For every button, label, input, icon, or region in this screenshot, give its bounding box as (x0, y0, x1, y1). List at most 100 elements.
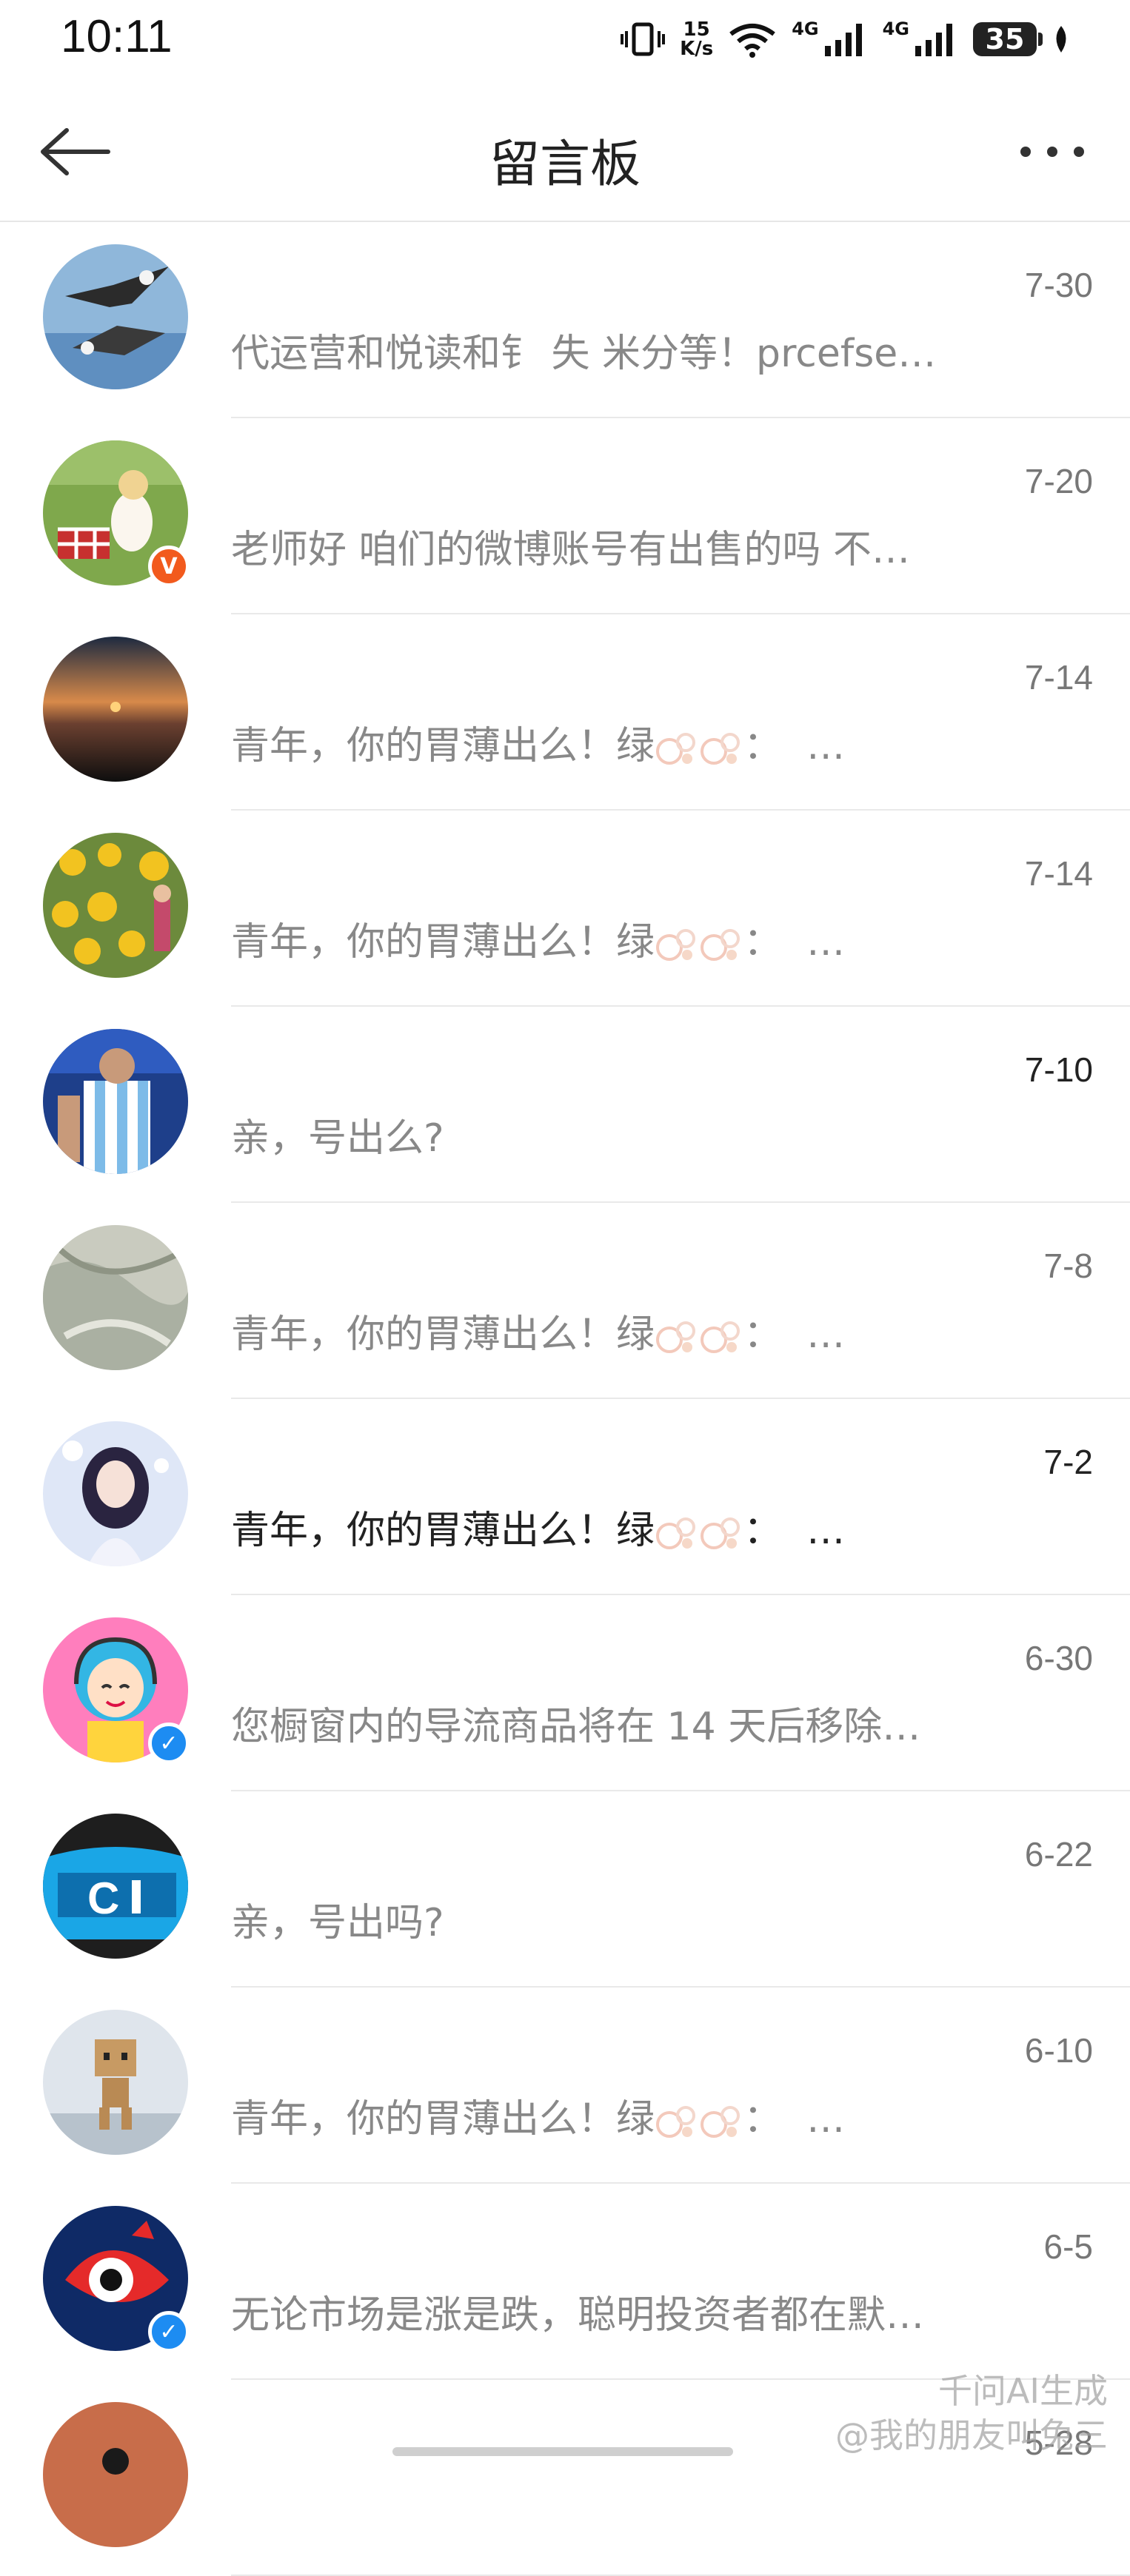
message-preview-text: 青年，你的胃薄出么！绿 (231, 724, 655, 768)
leaf-icon (1056, 26, 1066, 53)
message-date: 7-10 (1024, 1050, 1093, 1089)
message-row[interactable]: ✓ 6-5 无论市场是涨是跌，聪明投资者都在默… (0, 2184, 1130, 2380)
message-preview: 亲，号出吗? (231, 1891, 986, 1947)
message-preview-text: 无论市场是涨是跌，聪明投资者都在默… (231, 2293, 925, 2338)
more-dot-icon (1020, 147, 1031, 157)
message-preview-text: 老师好 咱们的微博账号有出售的吗 不… (231, 528, 911, 572)
avatar[interactable]: ✓ (43, 2206, 190, 2352)
more-button[interactable] (1004, 126, 1100, 178)
bubble-emoji-icon (656, 929, 696, 961)
message-date: 6-30 (1024, 1639, 1093, 1677)
message-date: 7-14 (1024, 854, 1093, 893)
sunset-icon (43, 637, 188, 782)
avatar[interactable] (43, 1225, 188, 1370)
bubble-emoji-icon (656, 2106, 696, 2138)
bubble-emoji-icon (701, 1321, 740, 1353)
avatar[interactable] (43, 1421, 188, 1566)
net-speed-value: 15 (683, 19, 710, 41)
watermark-line2: @我的朋友叫兔三 (835, 2415, 1108, 2455)
message-preview-text: 青年，你的胃薄出么！绿 (231, 2097, 655, 2141)
fabric-icon (43, 1225, 188, 1370)
message-date: 7-20 (1024, 462, 1093, 500)
avatar[interactable]: ✓ (43, 1617, 190, 1764)
message-row[interactable]: 7-8 青年，你的胃薄出么！绿 ： … (0, 1203, 1130, 1399)
message-date: 7-8 (1043, 1247, 1093, 1285)
eagles-icon (43, 244, 188, 389)
watermark-line1: 千问AI生成 (937, 2371, 1108, 2411)
home-indicator[interactable] (392, 2447, 733, 2456)
message-row[interactable]: C 6-22 亲，号出吗? (0, 1791, 1130, 1988)
message-preview-text: 代运营和悦读和钅 失 米分等！prcefse… (231, 332, 937, 376)
bubble-emoji-icon (656, 733, 696, 765)
message-preview: 青年，你的胃薄出么！绿 ： … (231, 2087, 986, 2143)
bubble-emoji-icon (656, 1517, 696, 1549)
message-row[interactable]: 6-10 青年，你的胃薄出么！绿 ： … (0, 1988, 1130, 2184)
message-preview-tail: ： … (743, 1312, 846, 1357)
avatar[interactable] (43, 2010, 188, 2155)
sunset-red-icon (43, 2402, 188, 2547)
page-title: 留言板 (489, 135, 641, 194)
message-preview: 青年，你的胃薄出么！绿 ： … (231, 714, 986, 770)
battery-level: 35 (985, 23, 1025, 56)
wifi-icon (729, 24, 775, 58)
message-list: 7-30 代运营和悦读和钅 失 米分等！prcefse… V 7-20 老师好 咱们的微… (0, 222, 1130, 2576)
signal-2-icon (915, 24, 952, 56)
anime-girl-icon (43, 1421, 188, 1566)
message-preview-text: 亲，号出吗? (231, 1901, 444, 1945)
verified-blue-badge-icon: ✓ (148, 1723, 190, 1764)
status-time: 10:11 (61, 11, 173, 62)
watermark: 千问AI生成 @我的朋友叫兔三 (835, 2369, 1108, 2458)
footballer-icon (43, 1029, 188, 1174)
avatar[interactable]: C (43, 1814, 188, 1959)
signal-1-icon (824, 24, 862, 56)
avatar[interactable] (43, 2402, 188, 2547)
message-preview-text: 青年，你的胃薄出么！绿 (231, 1509, 655, 1553)
avatar[interactable]: V (43, 440, 190, 587)
message-row[interactable]: 7-14 青年，你的胃薄出么！绿 ： … (0, 811, 1130, 1007)
signal-2-label: 4G (882, 19, 909, 39)
message-preview-tail: ： … (743, 724, 846, 768)
message-date: 6-5 (1043, 2227, 1093, 2266)
avatar[interactable] (43, 833, 188, 978)
message-preview: 代运营和悦读和钅 失 米分等！prcefse… (231, 322, 986, 378)
message-row[interactable]: ✓ 6-30 您橱窗内的导流商品将在 14 天后移除… (0, 1595, 1130, 1791)
message-preview: 您橱窗内的导流商品将在 14 天后移除… (231, 1695, 986, 1751)
message-preview: 无论市场是涨是跌，聪明投资者都在默… (231, 2284, 986, 2339)
status-bar: 10:11 15 K/s 4G 4G 35 (0, 0, 1130, 81)
message-row[interactable]: 7-30 代运营和悦读和钅 失 米分等！prcefse… (0, 222, 1130, 418)
danbo-robot-icon (43, 2010, 188, 2155)
blue-car-icon: C (43, 1814, 188, 1959)
message-preview: 青年，你的胃薄出么！绿 ： … (231, 1303, 986, 1358)
message-preview-tail: ： … (743, 1509, 846, 1553)
message-row[interactable]: 7-2 青年，你的胃薄出么！绿 ： … (0, 1399, 1130, 1595)
message-preview-text: 青年，你的胃薄出么！绿 (231, 920, 655, 965)
message-preview-tail: ： … (743, 920, 846, 965)
message-row[interactable]: 7-10 亲，号出么? (0, 1007, 1130, 1203)
message-preview: 青年，你的胃薄出么！绿 ： … (231, 1499, 986, 1554)
message-preview: 青年，你的胃薄出么！绿 ： … (231, 910, 986, 966)
verified-orange-badge-icon: V (148, 546, 190, 587)
svg-text:C: C (87, 1874, 119, 1923)
bubble-emoji-icon (656, 1321, 696, 1353)
message-preview-text: 您橱窗内的导流商品将在 14 天后移除… (231, 1705, 921, 1749)
message-preview-text: 亲，号出么? (231, 1116, 444, 1161)
message-row[interactable]: V 7-20 老师好 咱们的微博账号有出售的吗 不… (0, 418, 1130, 614)
message-preview: 亲，号出么? (231, 1107, 986, 1162)
message-preview-tail: ： … (743, 2097, 846, 2141)
vibrate-icon (621, 22, 666, 56)
avatar[interactable] (43, 244, 188, 389)
bubble-emoji-icon (701, 1517, 740, 1549)
more-dot-icon (1074, 147, 1084, 157)
message-row[interactable]: 7-14 青年，你的胃薄出么！绿 ： … (0, 614, 1130, 811)
bubble-emoji-icon (701, 733, 740, 765)
net-speed: 15 K/s (680, 20, 713, 58)
flowers-icon (43, 833, 188, 978)
nav-bar: 留言板 (0, 81, 1130, 222)
battery-icon: 35 (973, 22, 1043, 56)
status-icons: 15 K/s 4G 4G 35 (621, 16, 1071, 62)
net-speed-unit: K/s (680, 38, 714, 60)
avatar[interactable] (43, 1029, 188, 1174)
avatar[interactable] (43, 637, 188, 782)
bubble-emoji-icon (701, 2106, 740, 2138)
message-preview: 老师好 咱们的微博账号有出售的吗 不… (231, 518, 986, 574)
